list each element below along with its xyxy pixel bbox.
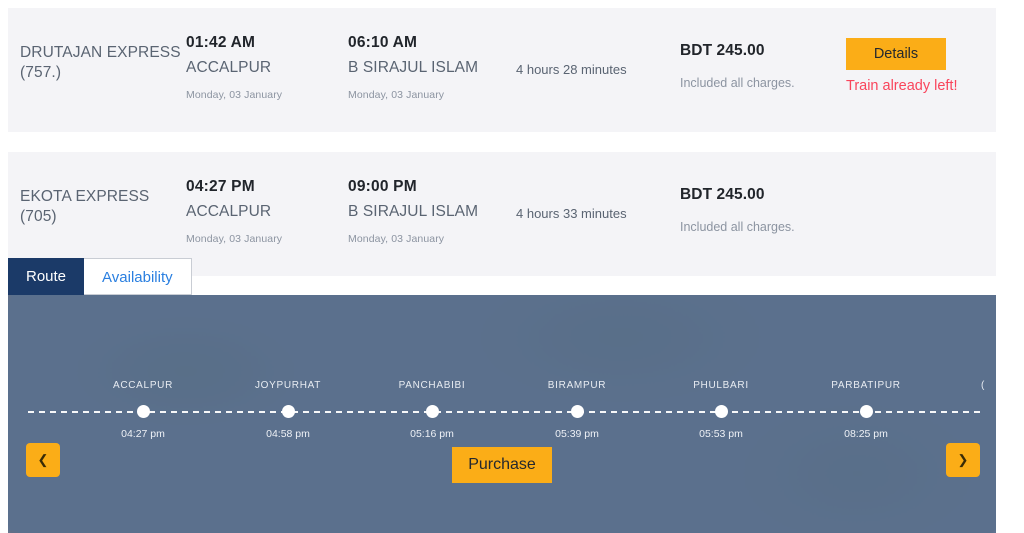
route-stop[interactable]: JOYPURHAT 04:58 pm — [223, 380, 353, 440]
departure-cell: 04:27 PM ACCALPUR Monday, 03 January — [186, 176, 346, 245]
train-name-cell: DRUTAJAN EXPRESS (757.) — [20, 43, 185, 83]
route-stop-list: ACCALPUR 04:27 pm JOYPURHAT 04:58 pm PAN… — [8, 295, 996, 533]
route-stop-dot-icon — [281, 405, 295, 418]
fare-note: Included all charges. — [680, 220, 795, 234]
arrival-station: B SIRAJUL ISLAM — [348, 59, 479, 76]
action-cell: Details Train already left! — [846, 38, 996, 94]
route-stop-time: 04:58 pm — [266, 428, 310, 440]
route-map-panel[interactable]: ACCALPUR 04:27 pm JOYPURHAT 04:58 pm PAN… — [8, 295, 996, 533]
arrival-station: B SIRAJUL ISLAM — [348, 203, 479, 220]
route-stop-name: BIRAMPUR — [547, 380, 607, 391]
train-search-results-page: DRUTAJAN EXPRESS (757.) 01:42 AM ACCALPU… — [0, 0, 1024, 533]
detail-tabs: Route Availability — [8, 258, 192, 295]
departure-cell: 01:42 AM ACCALPUR Monday, 03 January — [186, 32, 346, 101]
duration-cell: 4 hours 33 minutes — [516, 206, 681, 221]
status-badge: Train already left! — [846, 78, 958, 94]
route-stop-name: PHULBARI — [693, 380, 749, 391]
route-stop-name: ( — [980, 380, 986, 391]
departure-time: 04:27 PM — [186, 178, 255, 195]
journey-duration: 4 hours 28 minutes — [516, 62, 627, 77]
route-stop[interactable]: PANCHABIBI 05:16 pm — [367, 380, 497, 440]
arrival-time: 09:00 PM — [348, 178, 417, 195]
train-name-cell: EKOTA EXPRESS (705) — [20, 187, 185, 227]
tab-availability[interactable]: Availability — [84, 258, 192, 295]
train-result-row[interactable]: DRUTAJAN EXPRESS (757.) 01:42 AM ACCALPU… — [8, 8, 996, 132]
purchase-button[interactable]: Purchase — [452, 447, 552, 483]
arrival-date: Monday, 03 January — [348, 233, 445, 245]
route-stop-dot-icon — [859, 405, 873, 418]
route-stop[interactable]: ACCALPUR 04:27 pm — [78, 380, 208, 440]
duration-cell: 4 hours 28 minutes — [516, 62, 681, 77]
route-stop-dot-icon — [425, 405, 439, 418]
fare-cell: BDT 245.00 Included all charges. — [680, 42, 845, 90]
train-results-list: DRUTAJAN EXPRESS (757.) 01:42 AM ACCALPU… — [0, 0, 1024, 276]
train-name: EKOTA EXPRESS (705) — [20, 188, 150, 225]
fare-amount: BDT 245.00 — [680, 42, 765, 59]
route-stop-time: 05:39 pm — [555, 428, 599, 440]
route-stop-dot-icon — [570, 405, 584, 418]
arrival-date: Monday, 03 January — [348, 89, 445, 101]
arrival-cell: 06:10 AM B SIRAJUL ISLAM Monday, 03 Janu… — [348, 32, 518, 101]
route-next-button[interactable]: ❯ — [946, 443, 980, 477]
route-stop[interactable]: BIRAMPUR 05:39 pm — [512, 380, 642, 440]
departure-date: Monday, 03 January — [186, 233, 283, 245]
route-stop-time: 04:27 pm — [121, 428, 165, 440]
route-stop-time: 05:53 pm — [699, 428, 743, 440]
arrival-cell: 09:00 PM B SIRAJUL ISLAM Monday, 03 Janu… — [348, 176, 518, 245]
train-name: DRUTAJAN EXPRESS (757.) — [20, 44, 181, 81]
route-stop-partial[interactable]: ( — [918, 380, 996, 428]
departure-time: 01:42 AM — [186, 34, 256, 51]
route-stop-dot-icon — [136, 405, 150, 418]
departure-station: ACCALPUR — [186, 59, 272, 76]
route-stop[interactable]: PARBATIPUR 08:25 pm — [801, 380, 931, 440]
route-stop-name: JOYPURHAT — [254, 380, 322, 391]
route-stop-name: PARBATIPUR — [831, 380, 901, 391]
tab-route[interactable]: Route — [8, 258, 85, 295]
route-stop-time: 08:25 pm — [844, 428, 888, 440]
route-stop-name: ACCALPUR — [112, 380, 174, 391]
route-stop[interactable]: PHULBARI 05:53 pm — [656, 380, 786, 440]
fare-cell: BDT 245.00 Included all charges. — [680, 186, 845, 234]
route-stop-name: PANCHABIBI — [398, 380, 466, 391]
route-stop-dot-icon — [714, 405, 728, 418]
details-button[interactable]: Details — [846, 38, 946, 70]
route-stop-time: 05:16 pm — [410, 428, 454, 440]
departure-date: Monday, 03 January — [186, 89, 283, 101]
fare-amount: BDT 245.00 — [680, 186, 765, 203]
departure-station: ACCALPUR — [186, 203, 272, 220]
arrival-time: 06:10 AM — [348, 34, 418, 51]
route-prev-button[interactable]: ❮ — [26, 443, 60, 477]
fare-note: Included all charges. — [680, 76, 795, 90]
journey-duration: 4 hours 33 minutes — [516, 206, 627, 221]
